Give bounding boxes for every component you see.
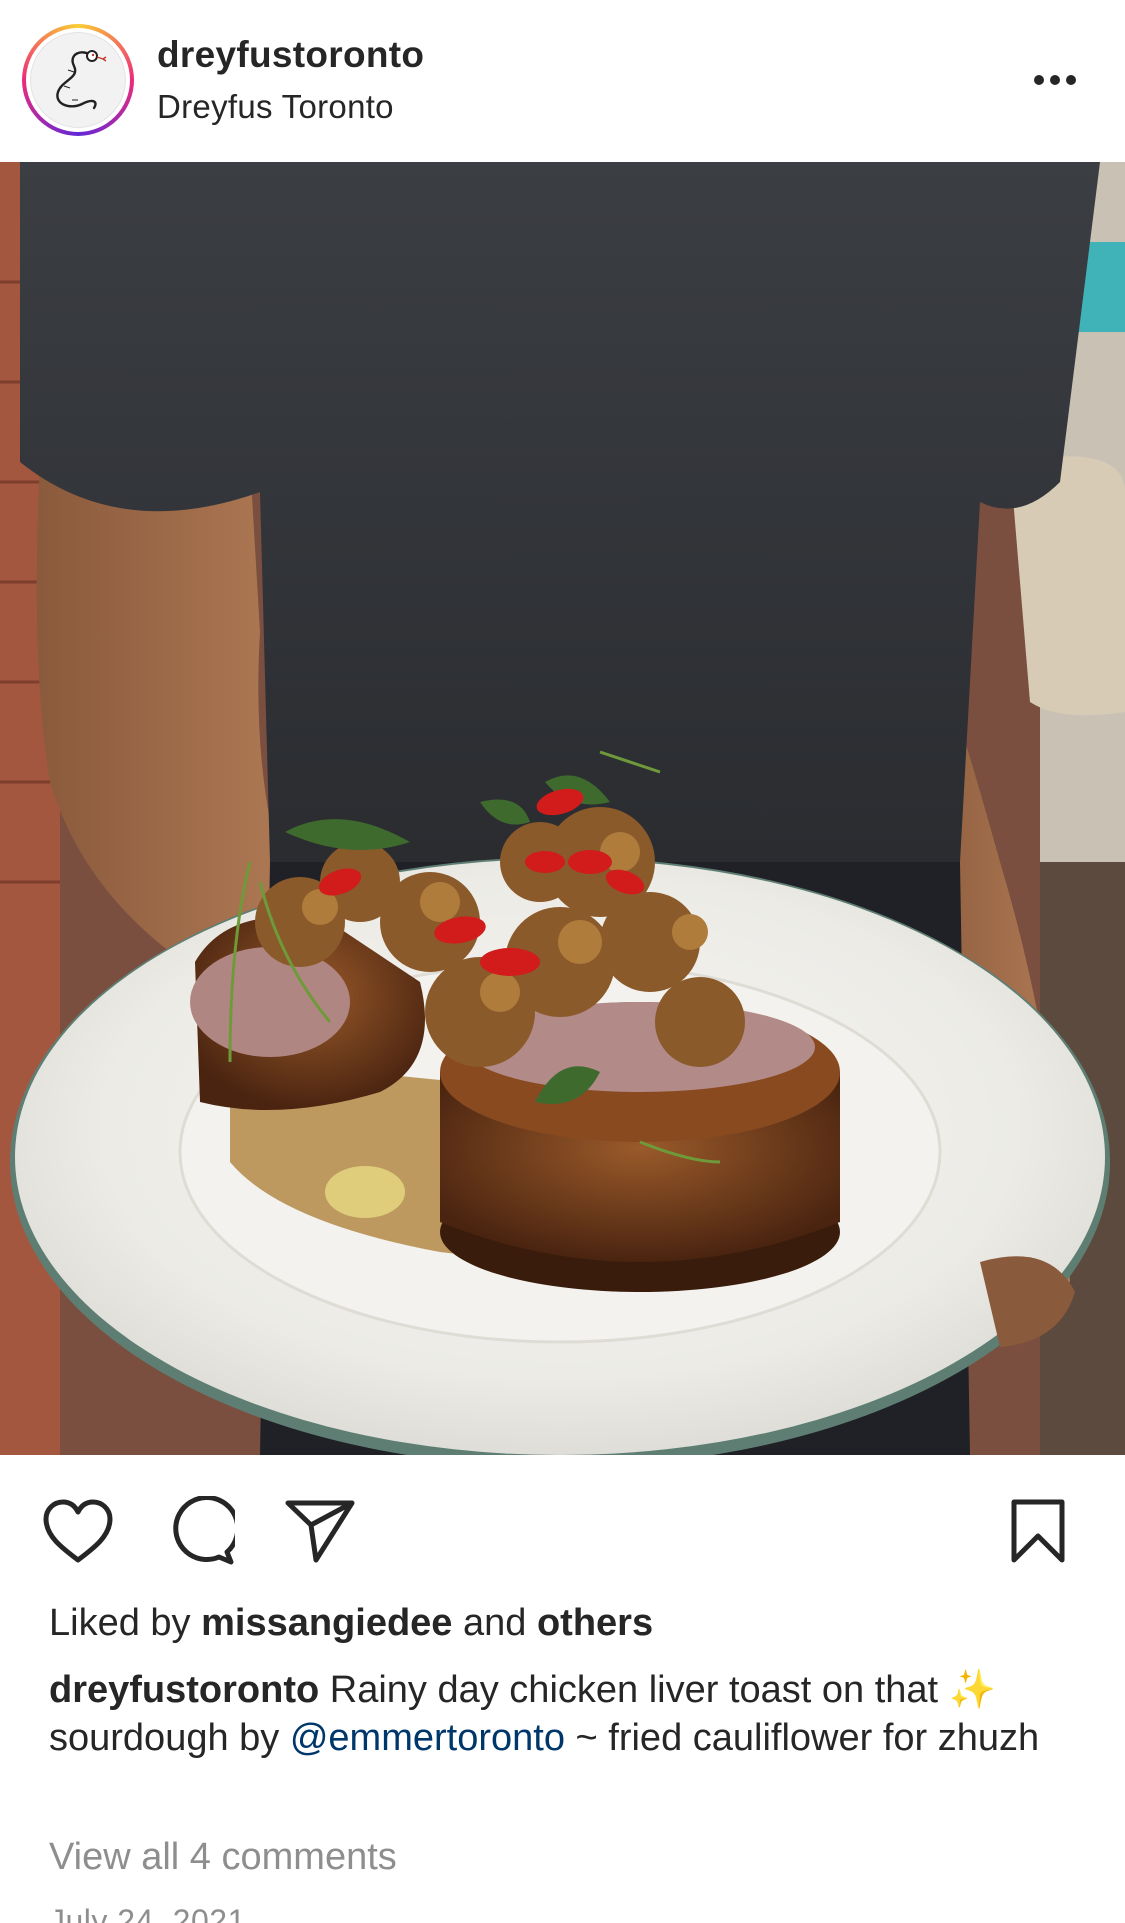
bookmark-icon	[1011, 1499, 1065, 1563]
heart-icon	[43, 1499, 113, 1563]
post-location[interactable]: Dreyfus Toronto	[157, 88, 424, 126]
post-header: dreyfustoronto Dreyfus Toronto	[0, 0, 1125, 162]
more-horizontal-icon	[1034, 75, 1076, 85]
story-ring[interactable]	[22, 24, 134, 136]
like-button[interactable]	[38, 1491, 118, 1571]
snake-logo-icon	[56, 50, 107, 110]
more-options-button[interactable]	[1025, 62, 1085, 98]
caption-username[interactable]: dreyfustoronto	[49, 1669, 319, 1711]
paper-plane-icon	[285, 1500, 355, 1563]
mention-link[interactable]: @emmertoronto	[290, 1717, 565, 1759]
author-username[interactable]: dreyfustoronto	[157, 34, 424, 76]
comment-icon	[173, 1496, 235, 1565]
food-photo-illustration	[0, 162, 1125, 1455]
sparkles-emoji: ✨	[948, 1669, 996, 1711]
post-actions	[0, 1455, 1125, 1605]
post-caption: dreyfustoronto Rainy day chicken liver t…	[49, 1669, 1040, 1759]
save-button[interactable]	[998, 1491, 1078, 1571]
view-all-comments-link[interactable]: View all 4 comments	[49, 1836, 397, 1879]
liked-by-user[interactable]: missangiedee	[201, 1602, 452, 1644]
likes-summary: Liked by missangiedee and others	[49, 1602, 654, 1644]
likes-others-link[interactable]: others	[537, 1602, 653, 1644]
post-date: July 24, 2021	[49, 1903, 246, 1923]
share-button[interactable]	[280, 1491, 360, 1571]
post-photo[interactable]	[0, 162, 1125, 1455]
post-author: dreyfustoronto Dreyfus Toronto	[157, 34, 424, 126]
instagram-post: dreyfustoronto Dreyfus Toronto Liked by …	[0, 0, 1125, 1923]
comment-button[interactable]	[160, 1491, 240, 1571]
avatar[interactable]	[30, 32, 126, 128]
